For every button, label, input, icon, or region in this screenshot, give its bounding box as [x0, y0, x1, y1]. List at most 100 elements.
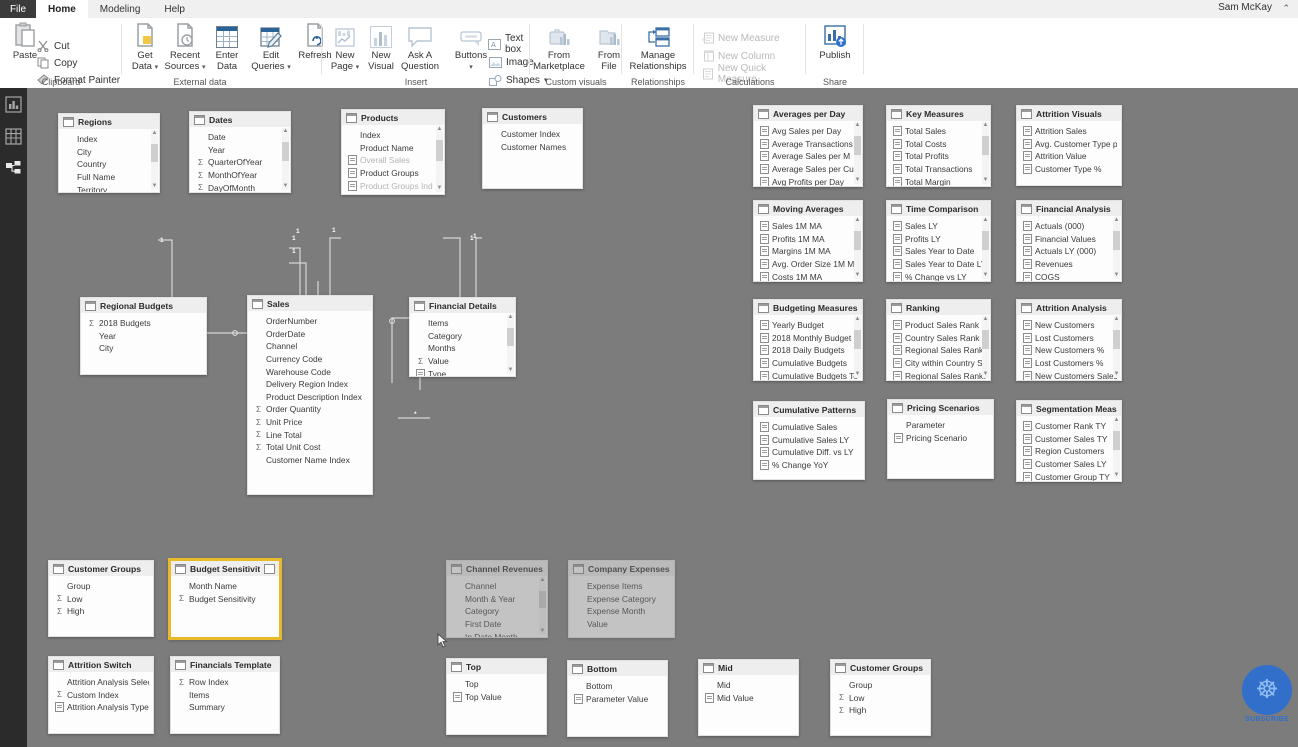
- field-row[interactable]: Σ Budget Sensitivity: [177, 593, 275, 606]
- scroll-down-icon[interactable]: ▼: [1113, 472, 1120, 479]
- table-card-customer-groups[interactable]: Customer Groups Group Σ Low Σ High: [48, 560, 154, 637]
- table-header-attrition-switch[interactable]: Attrition Switch: [49, 657, 153, 672]
- table-header-top[interactable]: Top: [447, 659, 546, 674]
- table-card-mid[interactable]: Mid Mid Mid Value: [698, 659, 799, 736]
- scroll-down-icon[interactable]: ▼: [982, 177, 989, 184]
- field-list-scrollbar[interactable]: ▲ ▼: [539, 577, 546, 635]
- table-card-top[interactable]: Top Top Top Value: [446, 658, 547, 735]
- table-header-products[interactable]: Products: [342, 110, 444, 125]
- field-row[interactable]: Avg Sales per Day: [760, 125, 858, 138]
- field-row[interactable]: Overall Sales: [348, 154, 440, 167]
- table-header-averages-per-day[interactable]: Averages per Day: [754, 106, 862, 121]
- field-row[interactable]: Index: [65, 133, 155, 146]
- field-row[interactable]: Channel: [453, 580, 543, 593]
- field-row[interactable]: Top: [453, 678, 542, 691]
- table-header-attrition-analysis[interactable]: Attrition Analysis: [1017, 300, 1121, 315]
- scrollbar-thumb[interactable]: [1113, 330, 1120, 349]
- scrollbar-thumb[interactable]: [854, 136, 861, 155]
- scroll-down-icon[interactable]: ▼: [854, 272, 861, 279]
- table-card-company-expenses[interactable]: Company Expenses Expense Items Expense C…: [568, 560, 675, 638]
- field-row[interactable]: Territory: [65, 183, 155, 192]
- field-row[interactable]: Total Margin: [893, 175, 986, 186]
- field-row[interactable]: Customer Group TY: [1023, 470, 1117, 481]
- scrollbar-thumb[interactable]: [982, 136, 989, 155]
- scroll-up-icon[interactable]: ▲: [1113, 217, 1120, 224]
- field-row[interactable]: Attrition Analysis Select: [55, 676, 149, 689]
- field-row[interactable]: Σ Order Quantity: [254, 403, 368, 416]
- table-card-pricing-scenarios[interactable]: Pricing Scenarios Parameter Pricing Scena…: [887, 399, 994, 479]
- field-row[interactable]: Avg Profits per Day: [760, 175, 858, 186]
- scrollbar-thumb[interactable]: [282, 142, 289, 161]
- field-row[interactable]: Mid: [705, 679, 794, 692]
- table-header-customer-groups-dyna[interactable]: Customer Groups Dyna: [831, 660, 930, 675]
- field-row[interactable]: Σ MonthOfYear: [196, 169, 286, 182]
- table-header-ranking[interactable]: Ranking: [887, 300, 990, 315]
- scroll-down-icon[interactable]: ▼: [1113, 272, 1120, 279]
- scroll-down-icon[interactable]: ▼: [507, 367, 514, 374]
- field-row[interactable]: Category: [416, 330, 511, 343]
- field-row[interactable]: Customer Rank TY: [1023, 420, 1117, 433]
- field-row[interactable]: Product Groups Ind: [348, 179, 440, 192]
- field-row[interactable]: 2018 Monthly Budget: [760, 332, 858, 345]
- field-list-scrollbar[interactable]: ▲ ▼: [151, 130, 158, 190]
- new-column-button[interactable]: New Column: [700, 48, 775, 64]
- field-row[interactable]: In Date Month: [453, 630, 543, 637]
- field-row[interactable]: Summary: [177, 701, 275, 714]
- field-row[interactable]: Σ QuarterOfYear: [196, 156, 286, 169]
- field-row[interactable]: Mid Value: [705, 692, 794, 705]
- table-card-attrition-switch[interactable]: Attrition Switch Attrition Analysis Sele…: [48, 656, 154, 734]
- field-row[interactable]: Profits LY: [893, 233, 986, 246]
- text-box-button[interactable]: A Text box: [488, 33, 530, 55]
- field-row[interactable]: Warehouse Code: [254, 365, 368, 378]
- field-row[interactable]: Average Transactions: [760, 138, 858, 151]
- field-row[interactable]: Group: [837, 679, 926, 692]
- field-row[interactable]: Date: [196, 131, 286, 144]
- field-row[interactable]: Full Name: [65, 171, 155, 184]
- field-row[interactable]: Cumulative Budgets: [760, 357, 858, 370]
- chevron-up-icon[interactable]: ⌃: [1282, 3, 1290, 14]
- field-row[interactable]: Σ Total Unit Cost: [254, 441, 368, 454]
- field-row[interactable]: Delivery Region Index: [254, 378, 368, 391]
- field-row[interactable]: Customer Sales LY: [1023, 458, 1117, 471]
- field-row[interactable]: Product Groups: [348, 167, 440, 180]
- field-row[interactable]: Σ Row Index: [177, 676, 275, 689]
- scroll-up-icon[interactable]: ▲: [436, 126, 443, 133]
- field-row[interactable]: OrderDate: [254, 328, 368, 341]
- field-list-scrollbar[interactable]: ▲ ▼: [854, 316, 861, 378]
- scroll-down-icon[interactable]: ▼: [854, 177, 861, 184]
- field-row[interactable]: Regional Sales Rank: [893, 344, 986, 357]
- table-header-segmentation-measure[interactable]: Segmentation Measure: [1017, 401, 1121, 416]
- field-row[interactable]: Currency Code: [254, 353, 368, 366]
- scrollbar-thumb[interactable]: [982, 330, 989, 349]
- table-card-averages-per-day[interactable]: Averages per Day Avg Sales per Day Average…: [753, 105, 863, 187]
- field-row[interactable]: Items: [416, 317, 511, 330]
- tab-file[interactable]: File: [0, 0, 36, 18]
- table-card-regional-budgets[interactable]: Regional Budgets Σ 2018 Budgets Year City: [80, 297, 207, 375]
- field-list-scrollbar[interactable]: ▲ ▼: [982, 217, 989, 279]
- field-row[interactable]: Total Transactions: [893, 163, 986, 176]
- table-card-regions[interactable]: Regions Index City Country Full Name Ter…: [58, 113, 160, 193]
- field-row[interactable]: Total Sales: [893, 125, 986, 138]
- field-row[interactable]: Σ Low: [837, 692, 926, 705]
- field-row[interactable]: Items: [177, 689, 275, 702]
- field-list-scrollbar[interactable]: ▲ ▼: [507, 314, 514, 374]
- table-header-mid[interactable]: Mid: [699, 660, 798, 675]
- publish-button[interactable]: Publish: [812, 22, 858, 62]
- table-card-products[interactable]: Products Index Product Name Overall Sales…: [341, 109, 445, 195]
- field-row[interactable]: Top Value: [453, 691, 542, 704]
- table-header-sales[interactable]: Sales: [248, 296, 372, 311]
- field-row[interactable]: Σ 2018 Budgets: [87, 317, 202, 330]
- table-card-attrition-visuals[interactable]: Attrition Visuals Attrition Sales Avg. Cus…: [1016, 105, 1122, 186]
- field-row[interactable]: Month & Year: [453, 593, 543, 606]
- field-row[interactable]: Average Sales per M: [760, 150, 858, 163]
- field-row[interactable]: Σ High: [837, 704, 926, 717]
- scroll-up-icon[interactable]: ▲: [982, 122, 989, 129]
- copy-button[interactable]: Copy: [36, 55, 77, 71]
- manage-relationships-button[interactable]: Manage Relationships: [626, 22, 690, 72]
- table-card-budgeting-measures[interactable]: Budgeting Measures Yearly Budget 2018 Mont…: [753, 299, 863, 381]
- scrollbar-thumb[interactable]: [982, 231, 989, 250]
- field-row[interactable]: Σ Low: [55, 593, 149, 606]
- chevron-down-icon[interactable]: ▾: [155, 64, 159, 71]
- field-row[interactable]: Bottom: [574, 680, 663, 693]
- scroll-up-icon[interactable]: ▲: [151, 130, 158, 137]
